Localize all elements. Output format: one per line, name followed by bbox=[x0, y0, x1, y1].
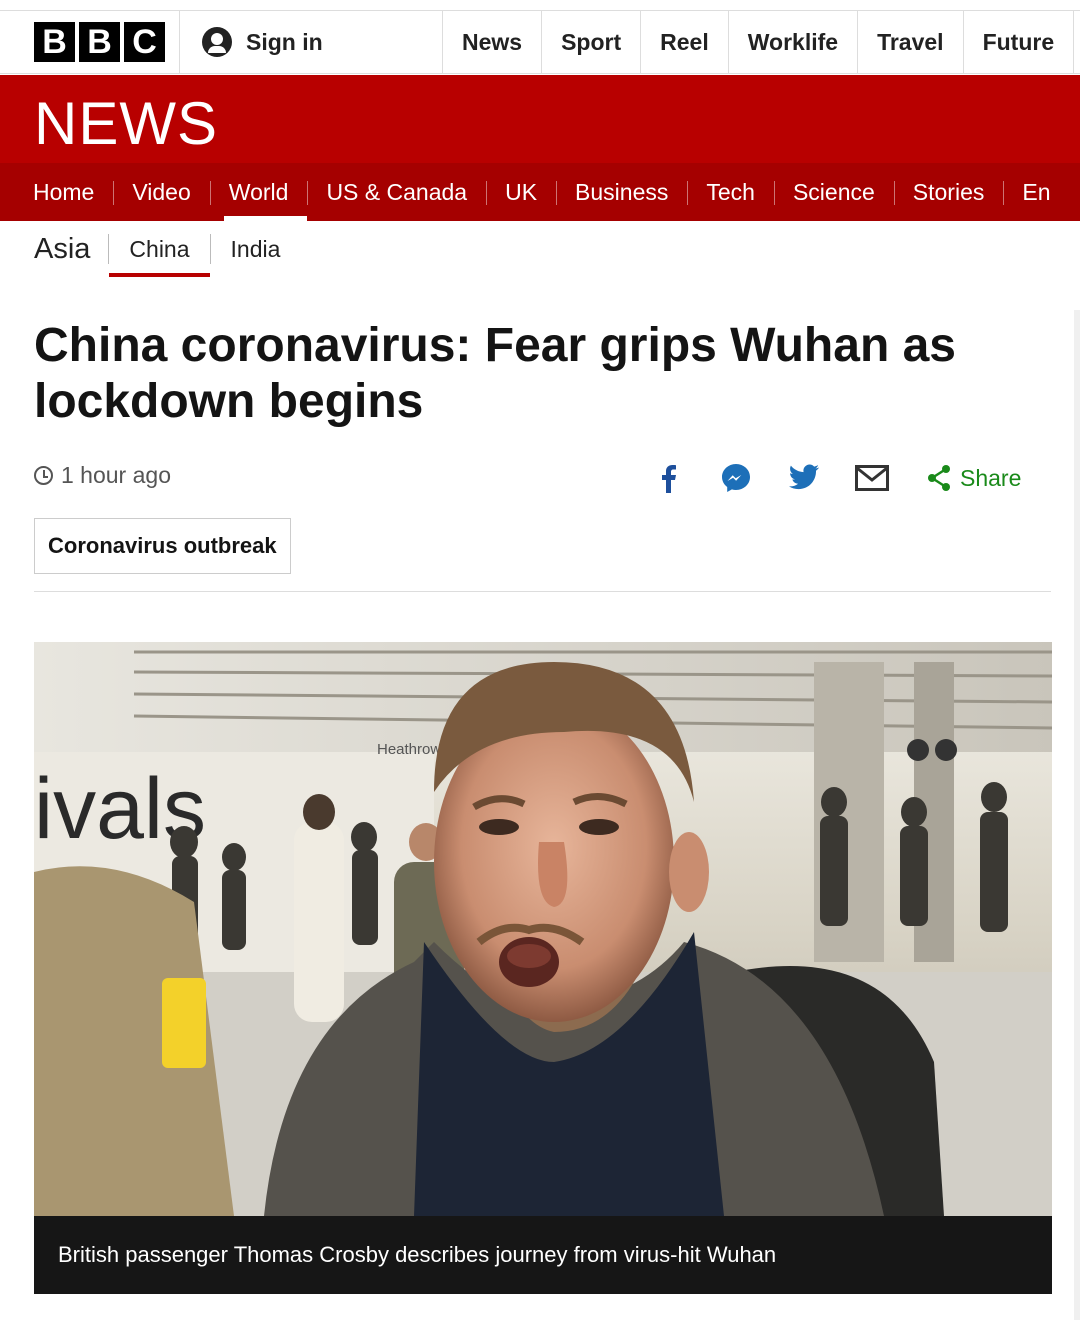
nav-uk[interactable]: UK bbox=[486, 163, 556, 221]
topic-tag[interactable]: Coronavirus outbreak bbox=[34, 518, 291, 574]
share-icon bbox=[928, 465, 950, 491]
share-button[interactable]: Share bbox=[926, 464, 1021, 492]
logo-letter-c: C bbox=[124, 22, 165, 62]
heathrow-sign-text: Heathrow bbox=[377, 741, 441, 758]
nav-entertainment[interactable]: En bbox=[1003, 163, 1069, 221]
share-tools: Share bbox=[648, 456, 1021, 500]
video-still: ivals Heathrow bbox=[34, 642, 1052, 1216]
top-nav-future[interactable]: Future bbox=[964, 11, 1075, 73]
video-player[interactable]: ivals Heathrow British passenger Thomas … bbox=[34, 642, 1052, 1294]
top-nav-travel[interactable]: Travel bbox=[858, 11, 964, 73]
nav-science[interactable]: Science bbox=[773, 163, 894, 221]
article-headline: China coronavirus: Fear grips Wuhan as l… bbox=[34, 319, 956, 428]
top-nav-reel[interactable]: Reel bbox=[641, 11, 729, 73]
asia-subnav: Asia China India bbox=[34, 222, 301, 277]
email-icon[interactable] bbox=[852, 458, 892, 498]
bbc-top-bar: B B C Sign in News Sport Reel Worklife T… bbox=[0, 10, 1080, 74]
nav-video[interactable]: Video bbox=[113, 163, 209, 221]
user-icon bbox=[202, 27, 232, 57]
logo-letter-b2: B bbox=[79, 22, 120, 62]
subnav-china[interactable]: China bbox=[109, 234, 210, 277]
share-label: Share bbox=[960, 464, 1022, 491]
nav-world[interactable]: World bbox=[209, 163, 308, 221]
news-logo[interactable]: NEWS bbox=[34, 89, 218, 158]
top-nav: News Sport Reel Worklife Travel Future bbox=[443, 11, 1075, 73]
logo-letter-b1: B bbox=[34, 22, 75, 62]
top-nav-sport[interactable]: Sport bbox=[542, 11, 642, 73]
sign-in-label: Sign in bbox=[246, 28, 323, 55]
news-section-nav: Home Video World US & Canada UK Business… bbox=[0, 163, 1080, 221]
bbc-logo[interactable]: B B C bbox=[0, 11, 180, 73]
nav-business[interactable]: Business bbox=[556, 163, 687, 221]
video-caption: British passenger Thomas Crosby describe… bbox=[34, 1216, 1052, 1294]
nav-us-canada[interactable]: US & Canada bbox=[307, 163, 486, 221]
news-banner: NEWS Home Video World US & Canada UK Bus… bbox=[0, 75, 1080, 221]
article-timestamp: 1 hour ago bbox=[34, 462, 171, 489]
twitter-icon[interactable] bbox=[784, 458, 824, 498]
top-nav-worklife[interactable]: Worklife bbox=[729, 11, 859, 73]
sign-in-button[interactable]: Sign in bbox=[180, 11, 443, 73]
subnav-india[interactable]: India bbox=[209, 234, 301, 264]
facebook-icon[interactable] bbox=[648, 458, 688, 498]
section-title[interactable]: Asia bbox=[34, 234, 110, 264]
top-nav-news[interactable]: News bbox=[443, 11, 543, 73]
clock-icon bbox=[34, 466, 53, 485]
nav-tech[interactable]: Tech bbox=[687, 163, 774, 221]
nav-home[interactable]: Home bbox=[14, 163, 113, 221]
page-scrollbar[interactable] bbox=[1074, 310, 1080, 1320]
messenger-icon[interactable] bbox=[716, 458, 756, 498]
nav-stories[interactable]: Stories bbox=[893, 163, 1004, 221]
timestamp-text: 1 hour ago bbox=[61, 462, 171, 488]
divider bbox=[34, 591, 1051, 592]
